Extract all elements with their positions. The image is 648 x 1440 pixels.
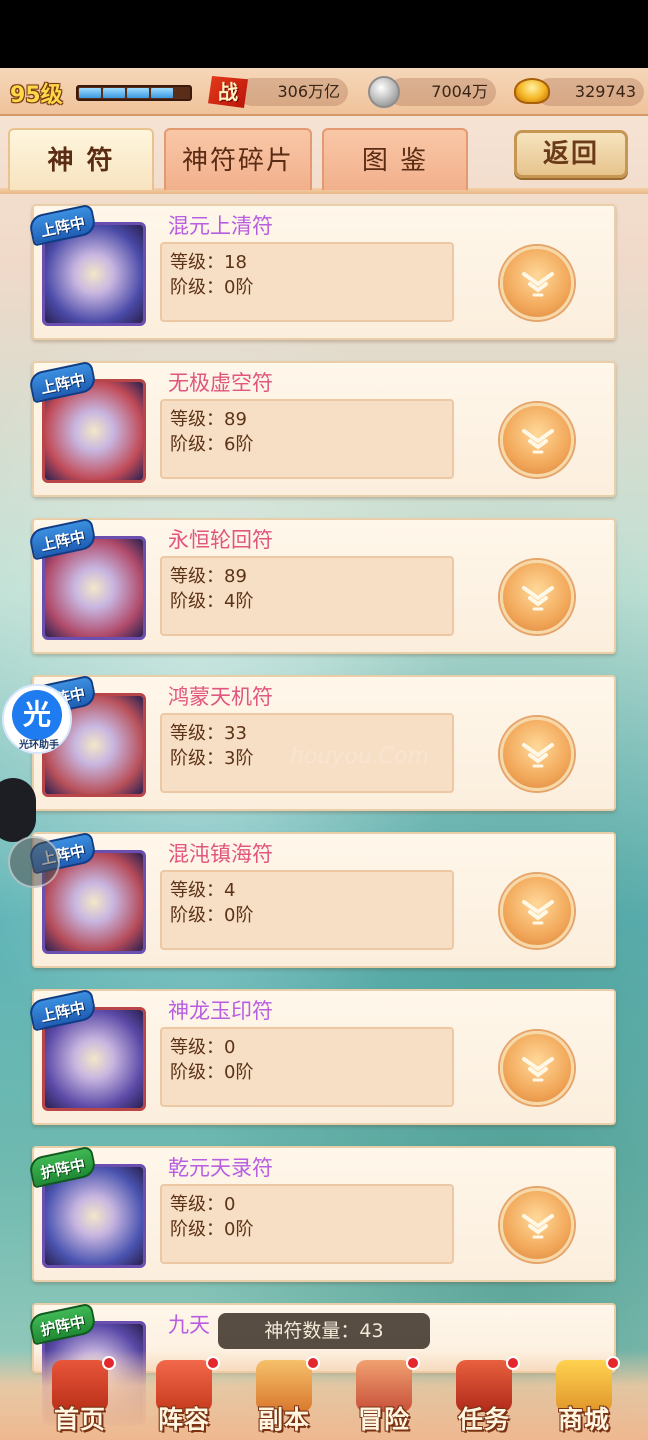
- exp-progress-bar: [76, 85, 192, 101]
- floating-assistant-button[interactable]: 光 光环助手: [2, 684, 72, 754]
- bottom-nav: 首页 阵容 副本 冒险 任务 商城: [0, 1350, 648, 1440]
- rune-name: 九天: [168, 1313, 210, 1337]
- exp-fill: [127, 88, 149, 98]
- nav-label: 阵容: [157, 1405, 210, 1434]
- silver-value: 7004万: [431, 82, 488, 101]
- tab-runes[interactable]: 神 符: [8, 128, 154, 190]
- rune-level: 等级：18: [170, 252, 247, 273]
- upgrade-chevron-icon: [522, 272, 554, 297]
- notification-dot: [206, 1356, 220, 1370]
- nav-home[interactable]: 首页: [30, 1354, 130, 1440]
- rune-name: 无极虚空符: [168, 371, 273, 395]
- side-tool-icon[interactable]: [0, 778, 36, 842]
- rune-stage: 阶级：4阶: [170, 591, 254, 612]
- back-button[interactable]: 返回: [514, 130, 628, 178]
- nav-label: 副本: [257, 1405, 310, 1434]
- gold-display: 329743: [536, 78, 644, 106]
- notification-dot: [406, 1356, 420, 1370]
- rune-card[interactable]: 上阵中 永恒轮回符 等级：89 阶级：4阶: [27, 517, 616, 654]
- nav-label: 任务: [457, 1405, 510, 1434]
- rune-stats-box: 等级：4 阶级：0阶: [160, 870, 454, 950]
- nav-quests[interactable]: 任务: [434, 1354, 534, 1440]
- rune-level: 等级：89: [170, 566, 247, 587]
- silver-coin-icon: [368, 76, 400, 108]
- rune-name: 鸿蒙天机符: [168, 685, 273, 709]
- rune-level: 等级：0: [170, 1037, 236, 1058]
- nav-lineup[interactable]: 阵容: [134, 1354, 234, 1440]
- rune-stats-box: 等级：0 阶级：0阶: [160, 1027, 454, 1107]
- player-level: 95级: [10, 83, 63, 108]
- nav-adventure[interactable]: 冒险: [334, 1354, 434, 1440]
- top-status-bar: 95级 306万亿 战 7004万 329743: [0, 68, 648, 116]
- rune-card[interactable]: 上阵中 混元上清符 等级：18 阶级：0阶: [27, 203, 616, 340]
- rune-stage: 阶级：0阶: [170, 1219, 254, 1240]
- rune-level: 等级：33: [170, 723, 247, 744]
- rune-name: 混元上清符: [168, 214, 273, 238]
- rune-stage: 阶级：0阶: [170, 1062, 254, 1083]
- upgrade-chevron-icon: [522, 743, 554, 768]
- nav-label: 首页: [53, 1405, 106, 1434]
- rune-card[interactable]: 上阵中 神龙玉印符 等级：0 阶级：0阶: [27, 988, 616, 1125]
- silver-display: 7004万: [388, 78, 496, 106]
- notification-dot: [606, 1356, 620, 1370]
- assistant-label: 光环助手: [19, 740, 59, 751]
- upgrade-button[interactable]: [500, 246, 574, 320]
- nav-dungeon[interactable]: 副本: [234, 1354, 334, 1440]
- battle-power-icon: 战: [208, 76, 248, 108]
- rune-stats-box: 等级：0 阶级：0阶: [160, 1184, 454, 1264]
- rune-level: 等级：4: [170, 880, 236, 901]
- rune-name: 乾元天录符: [168, 1156, 273, 1180]
- rune-stats-box: 等级：89 阶级：4阶: [160, 556, 454, 636]
- rune-name: 混沌镇海符: [168, 842, 273, 866]
- rune-card[interactable]: 上阵中 混沌镇海符 等级：4 阶级：0阶: [27, 831, 616, 968]
- nav-label: 冒险: [357, 1405, 410, 1434]
- upgrade-chevron-icon: [522, 586, 554, 611]
- rune-stage: 阶级：0阶: [170, 905, 254, 926]
- upgrade-chevron-icon: [522, 1057, 554, 1082]
- rune-card[interactable]: 上阵中鸿蒙天机符等级：33阶级：3阶: [27, 674, 616, 811]
- power-value: 306万亿: [277, 82, 340, 101]
- gold-ingot-icon: [514, 78, 550, 104]
- nav-shop[interactable]: 商城: [534, 1354, 634, 1440]
- rune-name: 神龙玉印符: [168, 999, 273, 1023]
- exp-fill: [151, 88, 173, 98]
- upgrade-chevron-icon: [522, 429, 554, 454]
- upgrade-chevron-icon: [522, 900, 554, 925]
- notification-dot: [306, 1356, 320, 1370]
- power-display: 306万亿: [238, 78, 348, 106]
- upgrade-button[interactable]: [500, 1188, 574, 1262]
- tab-collection[interactable]: 图 鉴: [322, 128, 468, 190]
- upgrade-button[interactable]: [500, 560, 574, 634]
- tab-rune-fragments[interactable]: 神符碎片: [164, 128, 312, 190]
- upgrade-button[interactable]: [500, 717, 574, 791]
- notification-dot: [506, 1356, 520, 1370]
- upgrade-button[interactable]: [500, 874, 574, 948]
- rune-name: 永恒轮回符: [168, 528, 273, 552]
- upgrade-button[interactable]: [500, 1031, 574, 1105]
- rune-card[interactable]: 护阵中 乾元天录符 等级：0 阶级：0阶: [27, 1145, 616, 1282]
- watermark: houyou.Com: [290, 744, 430, 769]
- rune-stats-box: 等级：18 阶级：0阶: [160, 242, 454, 322]
- notification-dot: [102, 1356, 116, 1370]
- side-pet-icon[interactable]: [8, 836, 60, 888]
- upgrade-button[interactable]: [500, 403, 574, 477]
- rune-level: 等级：89: [170, 409, 247, 430]
- rune-card[interactable]: 上阵中 无极虚空符 等级：89 阶级：6阶: [27, 360, 616, 497]
- nav-label: 商城: [557, 1405, 610, 1434]
- rune-level: 等级：0: [170, 1194, 236, 1215]
- rune-stage: 阶级：6阶: [170, 434, 254, 455]
- upgrade-chevron-icon: [522, 1214, 554, 1239]
- rune-stage: 阶级：0阶: [170, 277, 254, 298]
- rune-stats-box: 等级：89 阶级：6阶: [160, 399, 454, 479]
- rune-count: 神符数量：43: [218, 1313, 430, 1349]
- gold-value: 329743: [574, 82, 636, 101]
- exp-fill: [103, 88, 125, 98]
- assistant-icon: 光: [12, 690, 62, 740]
- exp-fill: [79, 88, 101, 98]
- game-screen: 95级 306万亿 战 7004万 329743 神 符 神符碎片 图 鉴 返回…: [0, 68, 648, 1440]
